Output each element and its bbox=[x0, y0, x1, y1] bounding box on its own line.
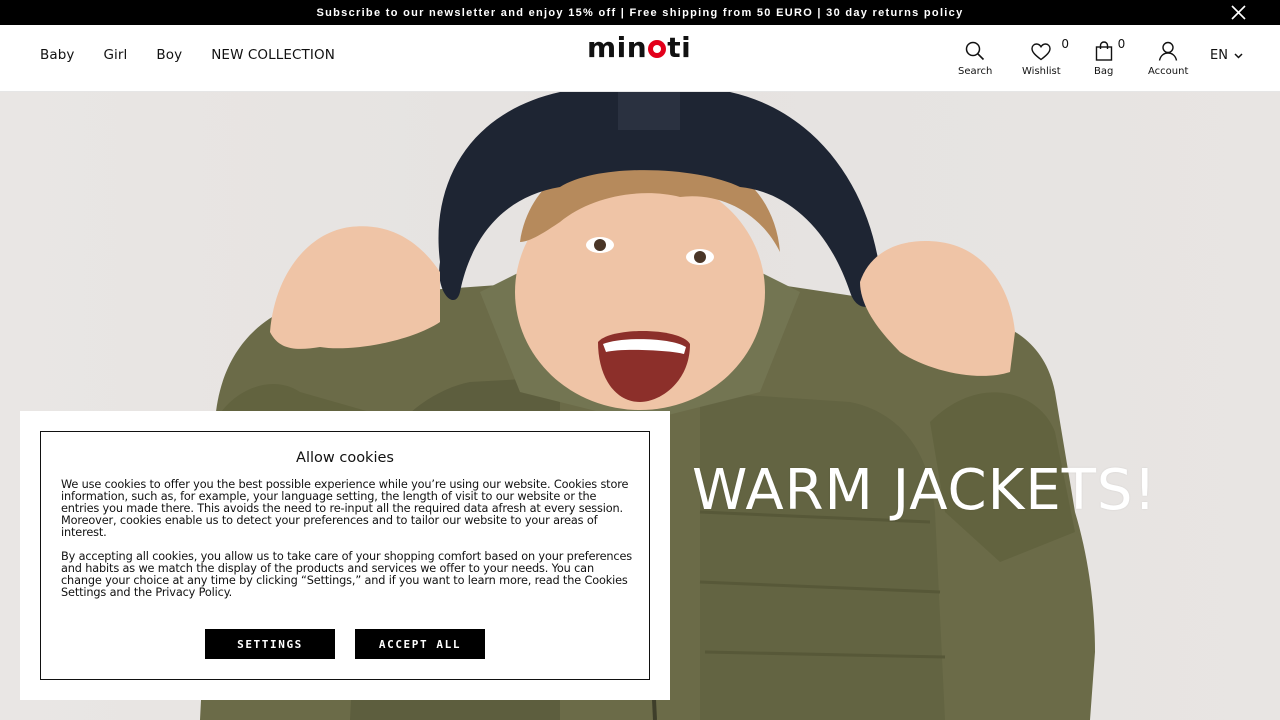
close-icon[interactable] bbox=[1231, 5, 1246, 20]
site-header: Baby Girl Boy NEW COLLECTION min ti Searc… bbox=[0, 25, 1280, 92]
nav-item-boy[interactable]: Boy bbox=[156, 47, 182, 63]
search-icon bbox=[965, 39, 985, 61]
wishlist-button[interactable]: 0 Wishlist bbox=[1022, 37, 1069, 77]
cookie-paragraph-2: By accepting all cookies, you allow us t… bbox=[61, 550, 633, 599]
cookie-dialog: Allow cookies We use cookies to offer yo… bbox=[20, 411, 670, 700]
logo-dot bbox=[648, 40, 667, 58]
cookie-dialog-frame: Allow cookies We use cookies to offer yo… bbox=[40, 431, 650, 680]
language-label: EN bbox=[1210, 48, 1228, 63]
bag-label: Bag bbox=[1094, 66, 1114, 77]
site-logo[interactable]: min ti bbox=[587, 31, 691, 64]
promo-bar: Subscribe to our newsletter and enjoy 15… bbox=[0, 0, 1280, 25]
account-button[interactable]: Account bbox=[1148, 39, 1188, 77]
search-button[interactable]: Search bbox=[958, 39, 992, 77]
cookie-title: Allow cookies bbox=[296, 450, 394, 466]
chevron-down-icon bbox=[1234, 52, 1243, 59]
wishlist-label: Wishlist bbox=[1022, 66, 1061, 77]
cookie-settings-button[interactable]: SETTINGS bbox=[205, 629, 335, 659]
nav-item-new-collection[interactable]: NEW COLLECTION bbox=[211, 47, 335, 63]
search-label: Search bbox=[958, 66, 993, 77]
bag-icon: 0 bbox=[1095, 37, 1125, 61]
nav-item-girl[interactable]: Girl bbox=[104, 47, 128, 63]
main-nav: Baby Girl Boy NEW COLLECTION bbox=[40, 47, 364, 63]
hero-title: F WARM JACKETS! bbox=[640, 458, 1157, 523]
promo-text: Subscribe to our newsletter and enjoy 15… bbox=[316, 6, 964, 19]
heart-icon: 0 bbox=[1031, 37, 1069, 61]
cookie-paragraph-1: We use cookies to offer you the best pos… bbox=[61, 478, 629, 539]
cookie-accept-all-button[interactable]: ACCEPT ALL bbox=[355, 629, 485, 659]
nav-item-baby[interactable]: Baby bbox=[40, 47, 75, 63]
language-selector[interactable]: EN bbox=[1210, 48, 1243, 63]
account-label: Account bbox=[1148, 66, 1189, 77]
bag-button[interactable]: 0 Bag bbox=[1094, 37, 1125, 77]
user-icon bbox=[1158, 39, 1178, 61]
wishlist-count: 0 bbox=[1061, 37, 1069, 51]
bag-count: 0 bbox=[1117, 37, 1126, 51]
